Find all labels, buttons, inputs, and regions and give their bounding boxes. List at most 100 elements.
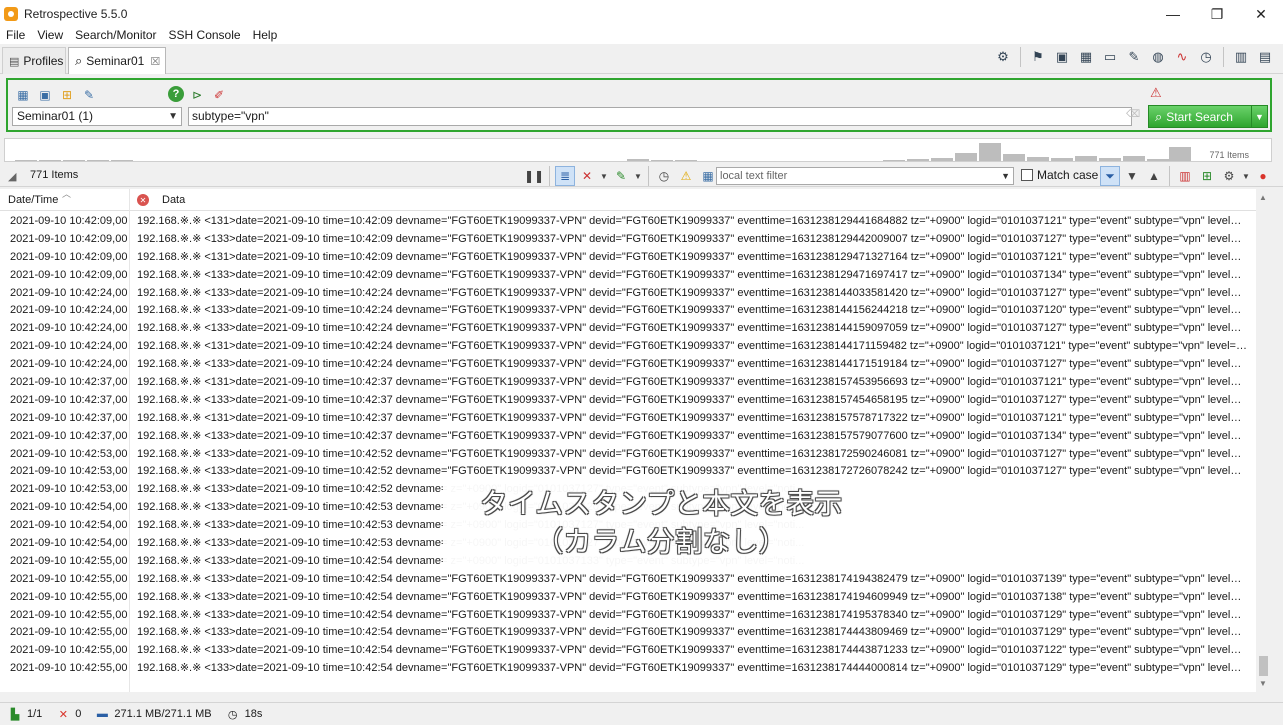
grid-icon[interactable]: ▦ <box>698 166 718 186</box>
gauge-icon[interactable]: ◷ <box>1196 47 1216 67</box>
scrollbar-thumb[interactable] <box>1259 656 1268 676</box>
toolbar-separator <box>1169 166 1170 186</box>
toolbar-separator <box>549 166 550 186</box>
wrap-lines-icon[interactable]: ≣ <box>555 166 575 186</box>
query-input[interactable]: subtype="vpn" <box>188 107 1132 126</box>
table-row[interactable]: 2021-09-10 10:42:55,00 192.168.※.※ <133>d… <box>0 624 1256 642</box>
table-row[interactable]: 2021-09-10 10:42:37,00 192.168.※.※ <133>d… <box>0 392 1256 410</box>
table-row[interactable]: 2021-09-10 10:42:09,00 192.168.※.※ <133>d… <box>0 231 1256 249</box>
menu-view[interactable]: View <box>31 26 69 44</box>
match-case-checkbox[interactable] <box>1021 169 1033 181</box>
local-text-filter[interactable]: local text filter ▼ <box>716 167 1014 185</box>
database-icon[interactable]: ◍ <box>1148 47 1168 67</box>
layout-icon[interactable]: ▥ <box>1231 47 1251 67</box>
pulse-icon[interactable]: ∿ <box>1172 47 1192 67</box>
table-row[interactable]: 2021-09-10 10:42:55,00 192.168.※.※ <133>d… <box>0 571 1256 589</box>
search-settings-icon[interactable]: ⚙ <box>993 47 1013 67</box>
start-search-dropdown[interactable]: ▼ <box>1251 106 1267 127</box>
settings-icon[interactable]: ⚙ <box>1219 166 1239 186</box>
column-header-datetime[interactable]: Date/Time <box>8 194 58 206</box>
table-row[interactable]: 2021-09-10 10:42:55,00 192.168.※.※ <133>d… <box>0 660 1256 678</box>
table-row[interactable]: 2021-09-10 10:42:24,00 192.168.※.※ <131>d… <box>0 338 1256 356</box>
menu-ssh-console[interactable]: SSH Console <box>163 26 247 44</box>
table-row[interactable]: 2021-09-10 10:42:55,00 192.168.※.※ <133>d… <box>0 642 1256 660</box>
new-profile-icon[interactable]: ▦ <box>14 86 32 104</box>
table-row[interactable]: 2021-09-10 10:42:37,00 192.168.※.※ <131>d… <box>0 410 1256 428</box>
clear-icon[interactable]: ● <box>1253 166 1273 186</box>
warning-icon[interactable]: ⚠ <box>676 166 696 186</box>
tab-seminar01-label: Seminar01 <box>86 54 145 68</box>
table-row[interactable]: 2021-09-10 10:42:24,00 192.168.※.※ <133>d… <box>0 302 1256 320</box>
window-layout-icon[interactable]: ▤ <box>1255 47 1275 67</box>
table-row[interactable]: 2021-09-10 10:42:24,00 192.168.※.※ <133>d… <box>0 285 1256 303</box>
table-row[interactable]: 2021-09-10 10:42:55,00 192.168.※.※ <133>d… <box>0 607 1256 625</box>
monitor-icon[interactable]: ▭ <box>1100 47 1120 67</box>
table-row[interactable]: 2021-09-10 10:42:09,00 192.168.※.※ <131>d… <box>0 213 1256 231</box>
tab-profiles[interactable]: ▤ Profiles <box>2 47 66 74</box>
close-button[interactable]: ✕ <box>1239 0 1283 28</box>
cell-datetime: 2021-09-10 10:42:53,00 <box>10 483 128 496</box>
pause-icon[interactable]: ❚❚ <box>524 166 544 186</box>
filter-icon[interactable]: ⏷ <box>1100 166 1120 186</box>
scroll-down-icon[interactable]: ▼ <box>1259 679 1267 688</box>
table-row[interactable]: 2021-09-10 10:42:37,00 192.168.※.※ <133>d… <box>0 428 1256 446</box>
filter-edit-icon[interactable]: ✐ <box>210 86 228 104</box>
table-row[interactable]: 2021-09-10 10:42:55,00 192.168.※.※ <133>d… <box>0 589 1256 607</box>
menu-help[interactable]: Help <box>247 26 284 44</box>
menu-file[interactable]: File <box>0 26 31 44</box>
dropdown-icon[interactable]: ▼ <box>1241 166 1251 186</box>
tree-icon[interactable]: ⊞ <box>58 86 76 104</box>
match-case-option[interactable]: Match case <box>1021 168 1098 182</box>
cluster-icon[interactable]: ▣ <box>1052 47 1072 67</box>
table-row[interactable]: 2021-09-10 10:42:37,00 192.168.※.※ <131>d… <box>0 374 1256 392</box>
minimize-button[interactable]: — <box>1151 0 1195 28</box>
chevron-down-icon[interactable]: ▼ <box>1001 168 1010 184</box>
main-toolbar: ⚙ ⚑ ▣ ▦ ▭ ✎ ◍ ∿ ◷ ▥ ▤ <box>993 47 1275 67</box>
copy-profile-icon[interactable]: ▣ <box>36 86 54 104</box>
vertical-scrollbar[interactable]: ▲ ▼ <box>1256 189 1271 692</box>
edit-profile-icon[interactable]: ✎ <box>80 86 98 104</box>
network-icon[interactable]: ▦ <box>1076 47 1096 67</box>
result-filter-actions: ⏷ ▼ ▲ ▥ ⊞ ⚙ ▼ ● <box>1100 166 1273 186</box>
excel-export-icon[interactable]: ✕ <box>577 166 597 186</box>
table-row[interactable]: 2021-09-10 10:42:09,00 192.168.※.※ <133>d… <box>0 267 1256 285</box>
flag-icon[interactable]: ⚑ <box>1028 47 1048 67</box>
arrow-up-icon[interactable]: ▲ <box>1144 166 1164 186</box>
cell-data: 192.168.※.※ <131>date=2021-09-10 time=10… <box>137 411 1247 424</box>
table-row[interactable]: 2021-09-10 10:42:53,00 192.168.※.※ <133>d… <box>0 446 1256 464</box>
table-row[interactable]: 2021-09-10 10:42:24,00 192.168.※.※ <133>d… <box>0 356 1256 374</box>
tree-view-icon[interactable]: ⊞ <box>1197 166 1217 186</box>
arrow-down-icon[interactable]: ▼ <box>1122 166 1142 186</box>
timeline-histogram[interactable]: 771 Items <box>4 138 1272 162</box>
clock-icon[interactable]: ◷ <box>654 166 674 186</box>
histogram-bar <box>979 143 1001 161</box>
caption-line-2: （カラム分割なし） <box>535 525 787 558</box>
search-icon: ⌕ <box>1155 108 1163 124</box>
tab-close-icon[interactable]: ☒ <box>150 55 160 68</box>
edit-icon[interactable]: ✎ <box>1124 47 1144 67</box>
clear-query-icon[interactable]: ⌫ <box>1126 109 1140 123</box>
table-row[interactable]: 2021-09-10 10:42:24,00 192.168.※.※ <133>d… <box>0 320 1256 338</box>
scroll-up-icon[interactable]: ▲ <box>1259 193 1267 202</box>
filter-add-icon[interactable]: ⊳ <box>188 86 206 104</box>
histogram-bar <box>1075 156 1097 161</box>
dropdown-icon[interactable]: ▼ <box>599 166 609 186</box>
cell-data: 192.168.※.※ <131>date=2021-09-10 time=10… <box>137 215 1247 227</box>
help-icon[interactable]: ? <box>168 86 184 102</box>
column-options-icon[interactable]: ✕ <box>137 194 149 206</box>
cell-data: 192.168.※.※ <133>date=2021-09-10 time=10… <box>137 304 1247 317</box>
dropdown-icon[interactable]: ▼ <box>633 166 643 186</box>
cell-data: 192.168.※.※ <131>date=2021-09-10 time=10… <box>137 376 1247 389</box>
maximize-button[interactable]: ❐ <box>1195 0 1239 28</box>
status-bar: ▙ 1/1 ✕ 0 ▬ 271.1 MB/271.1 MB ◷ 18s <box>0 702 1283 725</box>
profile-select[interactable]: Seminar01 (1) ▼ <box>12 107 182 126</box>
chart-icon[interactable]: ▥ <box>1175 166 1195 186</box>
histogram-bar <box>955 153 977 161</box>
highlight-icon[interactable]: ✎ <box>611 166 631 186</box>
start-search-button[interactable]: ⌕ Start Search ▼ <box>1148 105 1268 128</box>
tab-seminar01[interactable]: ⌕ Seminar01 ☒ <box>68 47 166 74</box>
menu-search-monitor[interactable]: Search/Monitor <box>69 26 162 44</box>
table-row[interactable]: 2021-09-10 10:42:09,00 192.168.※.※ <131>d… <box>0 249 1256 267</box>
column-header-data[interactable]: Data <box>162 194 185 206</box>
alert-icon[interactable]: ⚠ <box>1150 85 1162 101</box>
